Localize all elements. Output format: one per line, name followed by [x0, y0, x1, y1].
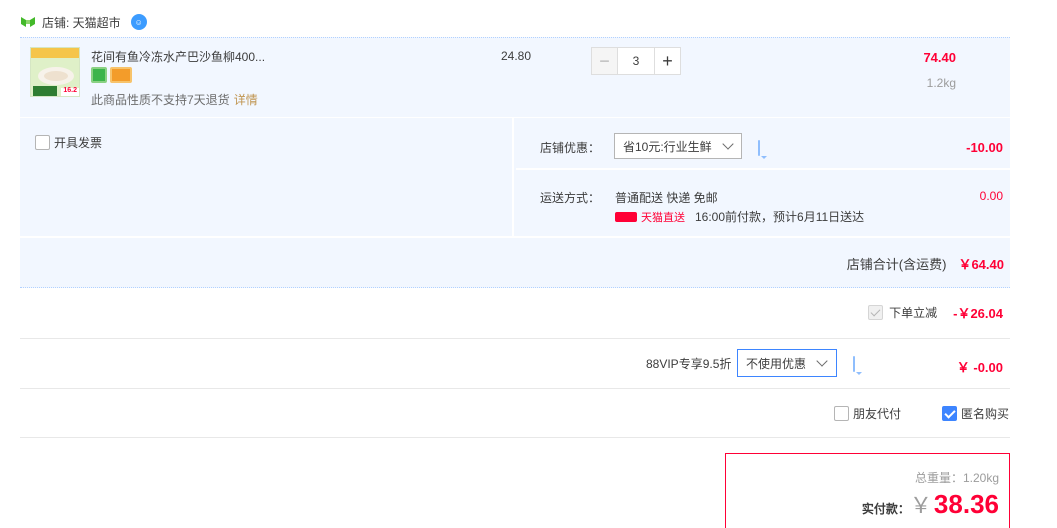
store-header: 店铺: 天猫超市 ☺: [20, 12, 147, 32]
return-policy-text: 此商品性质不支持7天退货: [91, 93, 230, 107]
actual-payment-amount: 38.36: [933, 489, 999, 519]
invoice-option[interactable]: 开具发票: [35, 134, 102, 151]
product-thumbnail[interactable]: 16.2: [30, 47, 80, 97]
quantity-input[interactable]: 3: [618, 47, 654, 75]
invoice-checkbox[interactable]: [35, 135, 50, 150]
item-weight: 1.2kg: [926, 76, 956, 90]
divider: [20, 437, 1010, 438]
vip-discount-amount: ￥ -0.00: [956, 360, 1003, 375]
chevron-down-icon: [816, 355, 828, 367]
anonymous-option[interactable]: 匿名购买: [942, 405, 1009, 422]
unit-price: 24.80: [501, 49, 532, 63]
friend-pay-checkbox[interactable]: [834, 406, 849, 421]
store-name[interactable]: 店铺: 天猫超市: [42, 14, 121, 31]
chevron-down-icon: [722, 138, 734, 150]
actual-payment: 实付款： ￥ 38.36: [862, 488, 999, 520]
tmall-direct-logo: 天猫直送: [615, 209, 685, 225]
divider: [20, 338, 1010, 339]
payment-summary: 总重量：1.20kg 实付款： ￥ 38.36: [725, 453, 1010, 528]
store-discount-selected: 省10元:行业生鲜: [623, 139, 712, 154]
store-total-row: 店铺合计(含运费) ￥64.40: [847, 254, 1004, 273]
vip-discount-select[interactable]: 不使用优惠: [737, 349, 837, 377]
shipping-row: 运送方式： 普通配送 快递 免邮 天猫直送 16:00前付款，预计6月11日送达…: [516, 172, 1010, 236]
total-weight: 总重量：1.20kg: [914, 471, 999, 485]
invoice-section: 开具发票: [20, 118, 514, 236]
store-total-amount: ￥64.40: [958, 257, 1004, 272]
guarantee-icon: [91, 67, 107, 83]
shipping-label: 运送方式：: [540, 191, 601, 205]
service-badges: [91, 67, 132, 83]
instant-discount-label: 下单立减: [889, 306, 938, 320]
comment-icon[interactable]: [758, 140, 760, 156]
currency-symbol: ￥: [909, 493, 932, 518]
invoice-label: 开具发票: [54, 136, 103, 150]
divider: [20, 236, 1010, 238]
increase-quantity-button[interactable]: +: [654, 47, 681, 75]
comment-icon[interactable]: [853, 356, 855, 372]
shipping-amount: 0.00: [979, 189, 1003, 203]
friend-pay-label: 朋友代付: [853, 407, 902, 421]
vip-label: 88VIP专享9.5折: [646, 357, 732, 371]
store-discount-row: 店铺优惠： 省10元:行业生鲜 -10.00: [516, 118, 1010, 170]
actual-payment-label: 实付款：: [861, 502, 910, 516]
thumbnail-price-tag: 16.2: [63, 87, 77, 94]
anonymous-checkbox[interactable]: [942, 406, 957, 421]
store-discount-label: 店铺优惠：: [540, 141, 601, 155]
store-discount-amount: -10.00: [966, 140, 1003, 155]
instant-discount-row: 下单立减 -￥26.04: [868, 303, 1003, 322]
wangwang-chat-icon[interactable]: ☺: [130, 14, 147, 30]
detail-link[interactable]: 详情: [234, 93, 258, 107]
return-policy-note: 此商品性质不支持7天退货 详情: [91, 91, 258, 108]
store-total-label: 店铺合计(含运费): [846, 257, 947, 272]
friend-pay-option[interactable]: 朋友代付: [834, 405, 901, 422]
quantity-stepper: − 3 +: [591, 47, 681, 75]
store-icon: [21, 17, 35, 27]
item-total-price: 74.40: [923, 50, 956, 65]
order-options: 开具发票 店铺优惠： 省10元:行业生鲜 -10.00 运送方式： 普通配送 快…: [20, 118, 1010, 288]
tmall-direct-label: 天猫直送: [641, 211, 685, 224]
instant-discount-amount: -￥26.04: [953, 306, 1003, 321]
order-item: 16.2 花间有鱼冷冻水产巴沙鱼柳400... 此商品性质不支持7天退货 详情 2…: [20, 37, 1010, 117]
decrease-quantity-button[interactable]: −: [591, 47, 618, 75]
instant-discount-checkbox: [868, 305, 884, 320]
vip-discount-selected: 不使用优惠: [746, 356, 807, 371]
product-title[interactable]: 花间有鱼冷冻水产巴沙鱼柳400...: [91, 48, 265, 65]
shipping-method: 普通配送 快递 免邮: [615, 191, 718, 205]
tmall-truck-icon: [615, 211, 637, 222]
delivery-eta: 16:00前付款，预计6月11日送达: [695, 210, 865, 224]
divider: [20, 388, 1010, 389]
store-discount-select[interactable]: 省10元:行业生鲜: [614, 133, 742, 159]
delivery-estimate: 天猫直送 16:00前付款，预计6月11日送达: [615, 208, 864, 225]
card-icon: [110, 67, 132, 83]
anonymous-label: 匿名购买: [961, 407, 1010, 421]
